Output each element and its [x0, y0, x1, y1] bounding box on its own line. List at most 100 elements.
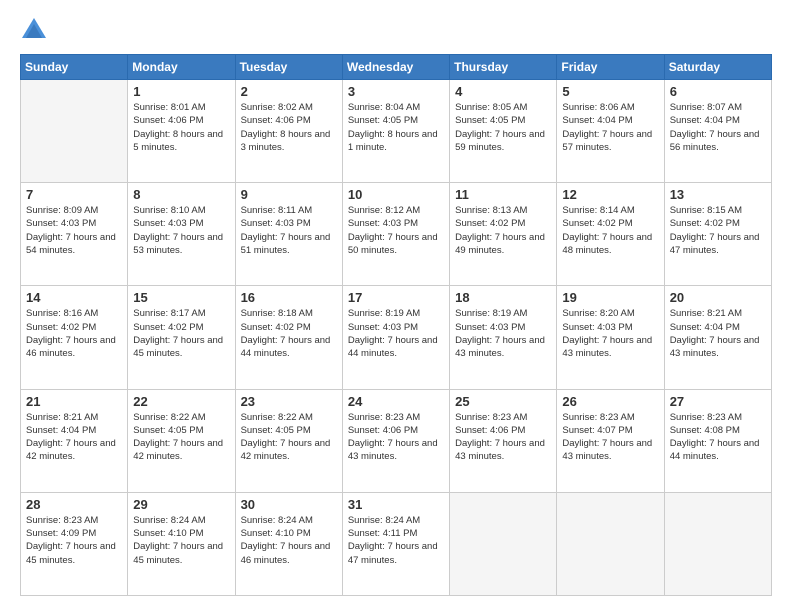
- calendar-day-cell: 7Sunrise: 8:09 AMSunset: 4:03 PMDaylight…: [21, 183, 128, 286]
- day-info: Sunrise: 8:17 AMSunset: 4:02 PMDaylight:…: [133, 307, 229, 360]
- day-info: Sunrise: 8:23 AMSunset: 4:07 PMDaylight:…: [562, 411, 658, 464]
- calendar-day-cell: 26 Sunrise: 8:23 AMSunset: 4:07 PMDayligh…: [557, 389, 664, 492]
- calendar-day-cell: 29 Sunrise: 8:24 AMSunset: 4:10 PMDayligh…: [128, 492, 235, 595]
- day-info: Sunrise: 8:02 AMSunset: 4:06 PMDaylight:…: [241, 101, 337, 154]
- day-info: Sunrise: 8:14 AMSunset: 4:02 PMDaylight:…: [562, 204, 658, 257]
- day-number: 2: [241, 84, 337, 99]
- calendar-table: SundayMondayTuesdayWednesdayThursdayFrid…: [20, 54, 772, 596]
- calendar-week-row: 28Sunrise: 8:23 AMSunset: 4:09 PMDayligh…: [21, 492, 772, 595]
- weekday-header: Thursday: [450, 55, 557, 80]
- day-info: Sunrise: 8:21 AMSunset: 4:04 PMDaylight:…: [26, 411, 122, 464]
- day-number: 20: [670, 290, 766, 305]
- day-info: Sunrise: 8:22 AMSunset: 4:05 PMDaylight:…: [133, 411, 229, 464]
- calendar-day-cell: 15 Sunrise: 8:17 AMSunset: 4:02 PMDayligh…: [128, 286, 235, 389]
- calendar-day-cell: [21, 80, 128, 183]
- day-number: 19: [562, 290, 658, 305]
- day-info: Sunrise: 8:05 AMSunset: 4:05 PMDaylight:…: [455, 101, 551, 154]
- day-number: 14: [26, 290, 122, 305]
- day-number: 29: [133, 497, 229, 512]
- day-number: 30: [241, 497, 337, 512]
- calendar-week-row: 21 Sunrise: 8:21 AMSunset: 4:04 PMDayligh…: [21, 389, 772, 492]
- weekday-header: Wednesday: [342, 55, 449, 80]
- day-number: 23: [241, 394, 337, 409]
- day-number: 24: [348, 394, 444, 409]
- day-info: Sunrise: 8:18 AMSunset: 4:02 PMDaylight:…: [241, 307, 337, 360]
- day-info: Sunrise: 8:19 AMSunset: 4:03 PMDaylight:…: [455, 307, 551, 360]
- day-number: 22: [133, 394, 229, 409]
- calendar-day-cell: 5Sunrise: 8:06 AMSunset: 4:04 PMDaylight…: [557, 80, 664, 183]
- day-info: Sunrise: 8:24 AMSunset: 4:10 PMDaylight:…: [133, 514, 229, 567]
- day-number: 21: [26, 394, 122, 409]
- day-number: 18: [455, 290, 551, 305]
- calendar-day-cell: 30 Sunrise: 8:24 AMSunset: 4:10 PMDayligh…: [235, 492, 342, 595]
- day-number: 26: [562, 394, 658, 409]
- calendar-day-cell: [557, 492, 664, 595]
- day-info: Sunrise: 8:11 AMSunset: 4:03 PMDaylight:…: [241, 204, 337, 257]
- weekday-header: Monday: [128, 55, 235, 80]
- calendar-day-cell: 2 Sunrise: 8:02 AMSunset: 4:06 PMDaylight…: [235, 80, 342, 183]
- day-info: Sunrise: 8:01 AMSunset: 4:06 PMDaylight:…: [133, 101, 229, 154]
- calendar-day-cell: [664, 492, 771, 595]
- calendar-day-cell: 1 Sunrise: 8:01 AMSunset: 4:06 PMDaylight…: [128, 80, 235, 183]
- page: SundayMondayTuesdayWednesdayThursdayFrid…: [0, 0, 792, 612]
- day-info: Sunrise: 8:22 AMSunset: 4:05 PMDaylight:…: [241, 411, 337, 464]
- calendar-day-cell: 9 Sunrise: 8:11 AMSunset: 4:03 PMDaylight…: [235, 183, 342, 286]
- day-info: Sunrise: 8:10 AMSunset: 4:03 PMDaylight:…: [133, 204, 229, 257]
- day-info: Sunrise: 8:13 AMSunset: 4:02 PMDaylight:…: [455, 204, 551, 257]
- calendar-day-cell: 24 Sunrise: 8:23 AMSunset: 4:06 PMDayligh…: [342, 389, 449, 492]
- day-number: 5: [562, 84, 658, 99]
- calendar-day-cell: 18 Sunrise: 8:19 AMSunset: 4:03 PMDayligh…: [450, 286, 557, 389]
- calendar-week-row: 1 Sunrise: 8:01 AMSunset: 4:06 PMDaylight…: [21, 80, 772, 183]
- day-number: 27: [670, 394, 766, 409]
- day-number: 4: [455, 84, 551, 99]
- day-number: 13: [670, 187, 766, 202]
- day-number: 1: [133, 84, 229, 99]
- day-info: Sunrise: 8:23 AMSunset: 4:08 PMDaylight:…: [670, 411, 766, 464]
- logo-icon: [20, 16, 48, 44]
- day-info: Sunrise: 8:23 AMSunset: 4:06 PMDaylight:…: [348, 411, 444, 464]
- calendar-day-cell: 20Sunrise: 8:21 AMSunset: 4:04 PMDayligh…: [664, 286, 771, 389]
- day-number: 9: [241, 187, 337, 202]
- day-info: Sunrise: 8:23 AMSunset: 4:09 PMDaylight:…: [26, 514, 122, 567]
- header: [20, 16, 772, 44]
- calendar-day-cell: 22 Sunrise: 8:22 AMSunset: 4:05 PMDayligh…: [128, 389, 235, 492]
- calendar-day-cell: 16 Sunrise: 8:18 AMSunset: 4:02 PMDayligh…: [235, 286, 342, 389]
- calendar-day-cell: 8 Sunrise: 8:10 AMSunset: 4:03 PMDaylight…: [128, 183, 235, 286]
- day-number: 31: [348, 497, 444, 512]
- calendar-day-cell: 10Sunrise: 8:12 AMSunset: 4:03 PMDayligh…: [342, 183, 449, 286]
- day-info: Sunrise: 8:24 AMSunset: 4:11 PMDaylight:…: [348, 514, 444, 567]
- day-info: Sunrise: 8:04 AMSunset: 4:05 PMDaylight:…: [348, 101, 444, 154]
- day-number: 17: [348, 290, 444, 305]
- day-number: 7: [26, 187, 122, 202]
- calendar-day-cell: 27 Sunrise: 8:23 AMSunset: 4:08 PMDayligh…: [664, 389, 771, 492]
- day-number: 8: [133, 187, 229, 202]
- logo: [20, 16, 52, 44]
- calendar-header-row: SundayMondayTuesdayWednesdayThursdayFrid…: [21, 55, 772, 80]
- weekday-header: Friday: [557, 55, 664, 80]
- day-number: 3: [348, 84, 444, 99]
- calendar-day-cell: 31 Sunrise: 8:24 AMSunset: 4:11 PMDayligh…: [342, 492, 449, 595]
- day-number: 6: [670, 84, 766, 99]
- day-info: Sunrise: 8:15 AMSunset: 4:02 PMDaylight:…: [670, 204, 766, 257]
- day-info: Sunrise: 8:24 AMSunset: 4:10 PMDaylight:…: [241, 514, 337, 567]
- calendar-day-cell: 13 Sunrise: 8:15 AMSunset: 4:02 PMDayligh…: [664, 183, 771, 286]
- day-info: Sunrise: 8:19 AMSunset: 4:03 PMDaylight:…: [348, 307, 444, 360]
- day-number: 11: [455, 187, 551, 202]
- calendar-day-cell: 3 Sunrise: 8:04 AMSunset: 4:05 PMDaylight…: [342, 80, 449, 183]
- weekday-header: Saturday: [664, 55, 771, 80]
- day-number: 10: [348, 187, 444, 202]
- day-info: Sunrise: 8:20 AMSunset: 4:03 PMDaylight:…: [562, 307, 658, 360]
- day-info: Sunrise: 8:16 AMSunset: 4:02 PMDaylight:…: [26, 307, 122, 360]
- calendar-day-cell: 4 Sunrise: 8:05 AMSunset: 4:05 PMDaylight…: [450, 80, 557, 183]
- day-number: 15: [133, 290, 229, 305]
- calendar-day-cell: 6 Sunrise: 8:07 AMSunset: 4:04 PMDaylight…: [664, 80, 771, 183]
- weekday-header: Tuesday: [235, 55, 342, 80]
- day-info: Sunrise: 8:07 AMSunset: 4:04 PMDaylight:…: [670, 101, 766, 154]
- weekday-header: Sunday: [21, 55, 128, 80]
- calendar-day-cell: 12Sunrise: 8:14 AMSunset: 4:02 PMDayligh…: [557, 183, 664, 286]
- day-number: 25: [455, 394, 551, 409]
- calendar-day-cell: 11 Sunrise: 8:13 AMSunset: 4:02 PMDayligh…: [450, 183, 557, 286]
- calendar-day-cell: [450, 492, 557, 595]
- calendar-day-cell: 21 Sunrise: 8:21 AMSunset: 4:04 PMDayligh…: [21, 389, 128, 492]
- day-number: 16: [241, 290, 337, 305]
